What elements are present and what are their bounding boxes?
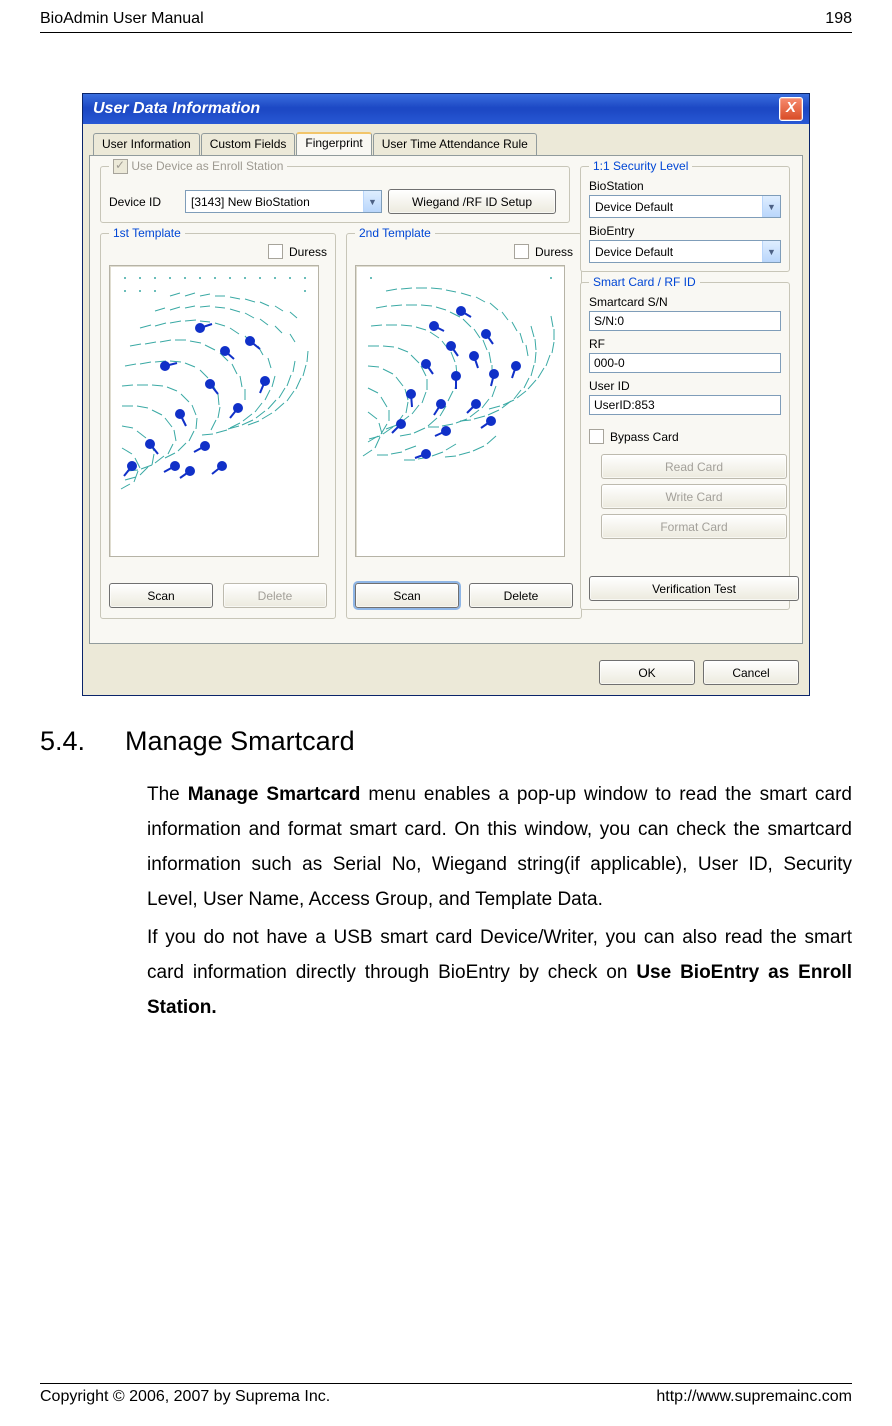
header-left: BioAdmin User Manual (40, 10, 204, 28)
biostation-value: Device Default (595, 200, 673, 214)
chevron-down-icon[interactable]: ▼ (762, 241, 780, 262)
read-card-button[interactable]: Read Card (601, 454, 787, 479)
dialog-title: User Data Information (93, 100, 260, 118)
verification-test-button[interactable]: Verification Test (589, 576, 799, 601)
user-id-field[interactable]: UserID:853 (589, 395, 781, 415)
biostation-combo[interactable]: Device Default ▼ (589, 195, 781, 218)
smart-card-title: Smart Card / RF ID (589, 275, 700, 289)
tab-user-information[interactable]: User Information (93, 133, 200, 156)
rf-field[interactable]: 000-0 (589, 353, 781, 373)
tab-custom-fields[interactable]: Custom Fields (201, 133, 296, 156)
section-heading: 5.4. Manage Smartcard (40, 726, 852, 757)
dialog-screenshot: User Data Information X User Information… (40, 93, 852, 696)
dialog-footer: OK Cancel (83, 652, 809, 695)
device-id-value: [3143] New BioStation (191, 195, 310, 209)
first-template-title: 1st Template (109, 226, 185, 240)
section-title: Manage Smartcard (125, 726, 355, 757)
user-data-information-dialog: User Data Information X User Information… (82, 93, 810, 696)
second-template-duress-checkbox[interactable] (514, 244, 529, 259)
smartcard-sn-label: Smartcard S/N (589, 295, 781, 309)
write-card-button[interactable]: Write Card (601, 484, 787, 509)
first-template-delete-button[interactable]: Delete (223, 583, 327, 608)
tab-strip: User Information Custom Fields Fingerpri… (83, 124, 809, 155)
smart-card-group: Smart Card / RF ID Smartcard S/N S/N:0 R… (580, 282, 790, 610)
body-text: The Manage Smartcard menu enables a pop-… (147, 777, 852, 1025)
para1-a: The (147, 784, 188, 805)
bypass-card-label: Bypass Card (610, 430, 679, 444)
enroll-station-checkbox[interactable]: ✓ (113, 159, 128, 174)
para1-b: Manage Smartcard (188, 784, 361, 805)
biostation-label: BioStation (589, 179, 781, 193)
footer-left: Copyright © 2006, 2007 by Suprema Inc. (40, 1388, 330, 1406)
second-template-delete-button[interactable]: Delete (469, 583, 573, 608)
user-id-label: User ID (589, 379, 781, 393)
first-template-group: 1st Template Duress (100, 233, 336, 619)
header-rule (40, 32, 852, 33)
footer-right: http://www.supremainc.com (656, 1388, 852, 1406)
chevron-down-icon[interactable]: ▼ (762, 196, 780, 217)
enroll-station-title: ✓ Use Device as Enroll Station (109, 159, 287, 174)
security-level-group: 1:1 Security Level BioStation Device Def… (580, 166, 790, 272)
device-id-combo[interactable]: [3143] New BioStation ▼ (185, 190, 382, 213)
rf-label: RF (589, 337, 781, 351)
page-footer: Copyright © 2006, 2007 by Suprema Inc. h… (40, 1383, 852, 1406)
bioentry-value: Device Default (595, 245, 673, 259)
second-template-fingerprint (355, 265, 565, 557)
first-template-fingerprint (109, 265, 319, 557)
ok-button[interactable]: OK (599, 660, 695, 685)
first-template-scan-button[interactable]: Scan (109, 583, 213, 608)
smartcard-sn-field[interactable]: S/N:0 (589, 311, 781, 331)
second-template-duress-label: Duress (535, 245, 573, 259)
bioentry-label: BioEntry (589, 224, 781, 238)
fingerprint-panel: ✓ Use Device as Enroll Station Device ID… (89, 155, 803, 644)
cancel-button[interactable]: Cancel (703, 660, 799, 685)
tab-user-time-attendance-rule[interactable]: User Time Attendance Rule (373, 133, 537, 156)
wiegand-rf-id-setup-button[interactable]: Wiegand /RF ID Setup (388, 189, 556, 214)
chevron-down-icon[interactable]: ▼ (363, 191, 381, 212)
page-number: 198 (825, 10, 852, 28)
tab-fingerprint[interactable]: Fingerprint (296, 132, 371, 155)
bypass-card-checkbox[interactable] (589, 429, 604, 444)
security-level-title: 1:1 Security Level (589, 159, 692, 173)
first-template-duress-label: Duress (289, 245, 327, 259)
bioentry-combo[interactable]: Device Default ▼ (589, 240, 781, 263)
second-template-scan-button[interactable]: Scan (355, 583, 459, 608)
dialog-titlebar[interactable]: User Data Information X (83, 94, 809, 124)
first-template-duress-checkbox[interactable] (268, 244, 283, 259)
section-number: 5.4. (40, 726, 85, 757)
close-icon[interactable]: X (779, 97, 803, 121)
enroll-station-group: ✓ Use Device as Enroll Station Device ID… (100, 166, 570, 223)
device-id-label: Device ID (109, 195, 179, 209)
second-template-title: 2nd Template (355, 226, 435, 240)
enroll-station-checkbox-label: Use Device as Enroll Station (131, 159, 283, 173)
format-card-button[interactable]: Format Card (601, 514, 787, 539)
second-template-group: 2nd Template Duress (346, 233, 582, 619)
